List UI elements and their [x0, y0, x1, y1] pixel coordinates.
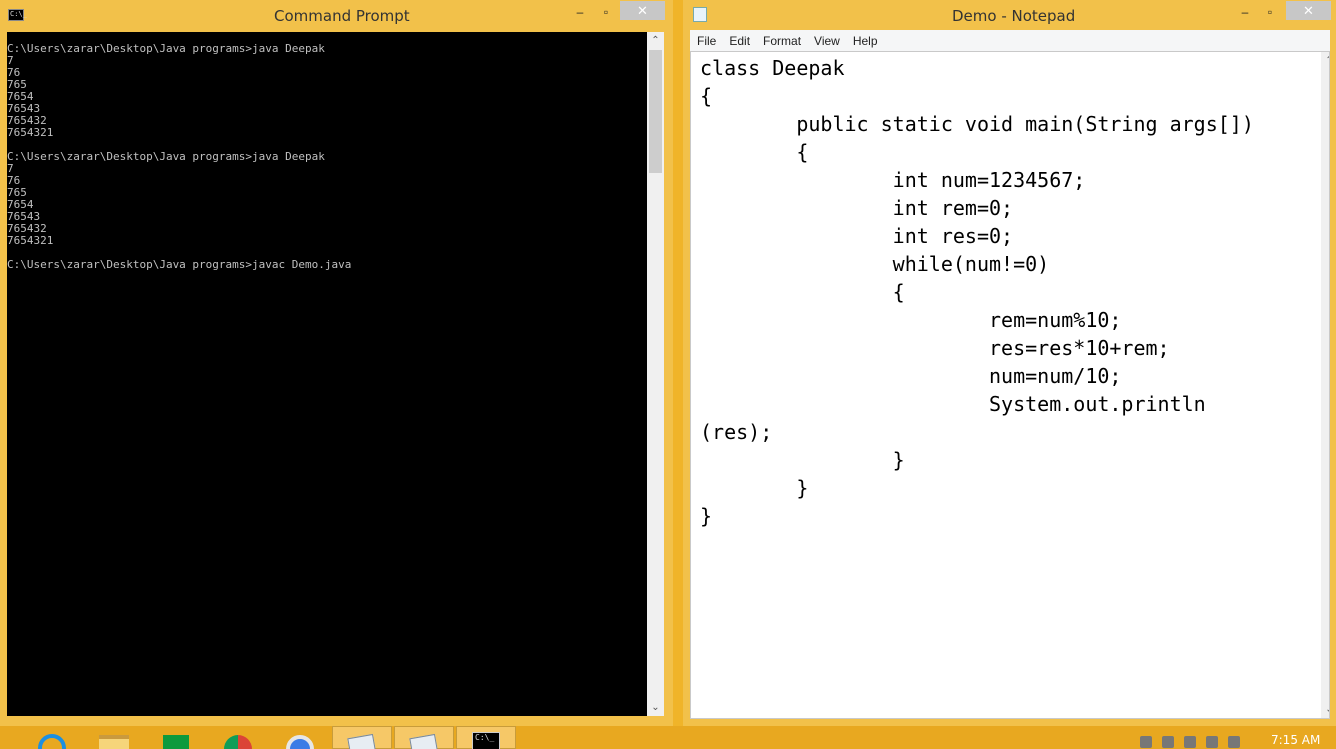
cmd-vertical-scrollbar[interactable]: ⌃ ⌄	[647, 32, 664, 716]
command-prompt-running-icon[interactable]: C:\_	[456, 726, 516, 749]
volume-icon[interactable]	[1206, 736, 1218, 748]
notepad-vertical-scrollbar[interactable]: ⌃ ⌄	[1321, 52, 1329, 718]
notepad-text-area[interactable]: class Deepak { public static void main(S…	[690, 51, 1330, 719]
menu-view[interactable]: View	[814, 34, 840, 48]
notepad-menu-bar: File Edit Format View Help	[690, 30, 1330, 51]
cmd-title-bar[interactable]: C:\_ Command Prompt – ▫ ✕	[0, 0, 673, 32]
cmd-scroll-thumb[interactable]	[649, 50, 662, 173]
notepad-close-button[interactable]: ✕	[1286, 1, 1331, 20]
chrome-canary-icon[interactable]	[270, 726, 330, 749]
system-tray	[1140, 736, 1240, 749]
notepad-app-icon[interactable]	[693, 7, 707, 22]
notepad-minimize-button[interactable]: –	[1231, 2, 1259, 22]
taskbar: C:\_ 7:15 AM	[0, 726, 1336, 749]
cmd-console-output[interactable]: C:\Users\zarar\Desktop\Java programs>jav…	[7, 32, 647, 716]
scroll-up-arrow-icon[interactable]: ⌃	[647, 32, 664, 49]
menu-file[interactable]: File	[697, 34, 716, 48]
notepad-pinned-icon[interactable]	[332, 726, 392, 749]
cmd-app-icon[interactable]: C:\_	[8, 9, 27, 21]
notepad-window-title: Demo - Notepad	[952, 7, 1076, 25]
cmd-maximize-button[interactable]: ▫	[592, 2, 620, 22]
notepad-title-bar[interactable]: Demo - Notepad – ▫ ✕	[683, 0, 1336, 30]
scroll-down-arrow-icon[interactable]: ⌄	[1321, 701, 1329, 718]
chrome-icon[interactable]	[208, 726, 268, 749]
file-explorer-icon[interactable]	[84, 726, 144, 749]
notepad-maximize-button[interactable]: ▫	[1256, 2, 1284, 22]
internet-explorer-icon[interactable]	[22, 726, 82, 749]
cmd-close-button[interactable]: ✕	[620, 1, 665, 20]
store-icon[interactable]	[146, 726, 206, 749]
battery-icon[interactable]	[1184, 736, 1196, 748]
scroll-down-arrow-icon[interactable]: ⌄	[647, 699, 664, 716]
notepad-window[interactable]: Demo - Notepad – ▫ ✕ File Edit Format Vi…	[683, 0, 1336, 726]
command-prompt-window[interactable]: C:\_ Command Prompt – ▫ ✕ C:\Users\zarar…	[0, 0, 673, 726]
show-hidden-icons-icon[interactable]	[1140, 736, 1152, 748]
notepad-content: class Deepak { public static void main(S…	[700, 56, 1254, 528]
cmd-minimize-button[interactable]: –	[566, 2, 594, 22]
cmd-window-title: Command Prompt	[274, 7, 410, 25]
taskbar-clock[interactable]: 7:15 AM	[1271, 733, 1320, 747]
menu-edit[interactable]: Edit	[729, 34, 750, 48]
action-center-flag-icon[interactable]	[1162, 736, 1174, 748]
scroll-up-arrow-icon[interactable]: ⌃	[1321, 52, 1329, 69]
menu-format[interactable]: Format	[763, 34, 801, 48]
notepad-running-icon[interactable]	[394, 726, 454, 749]
console-text: C:\Users\zarar\Desktop\Java programs>jav…	[7, 42, 352, 271]
menu-help[interactable]: Help	[853, 34, 878, 48]
network-signal-icon[interactable]	[1228, 736, 1240, 748]
